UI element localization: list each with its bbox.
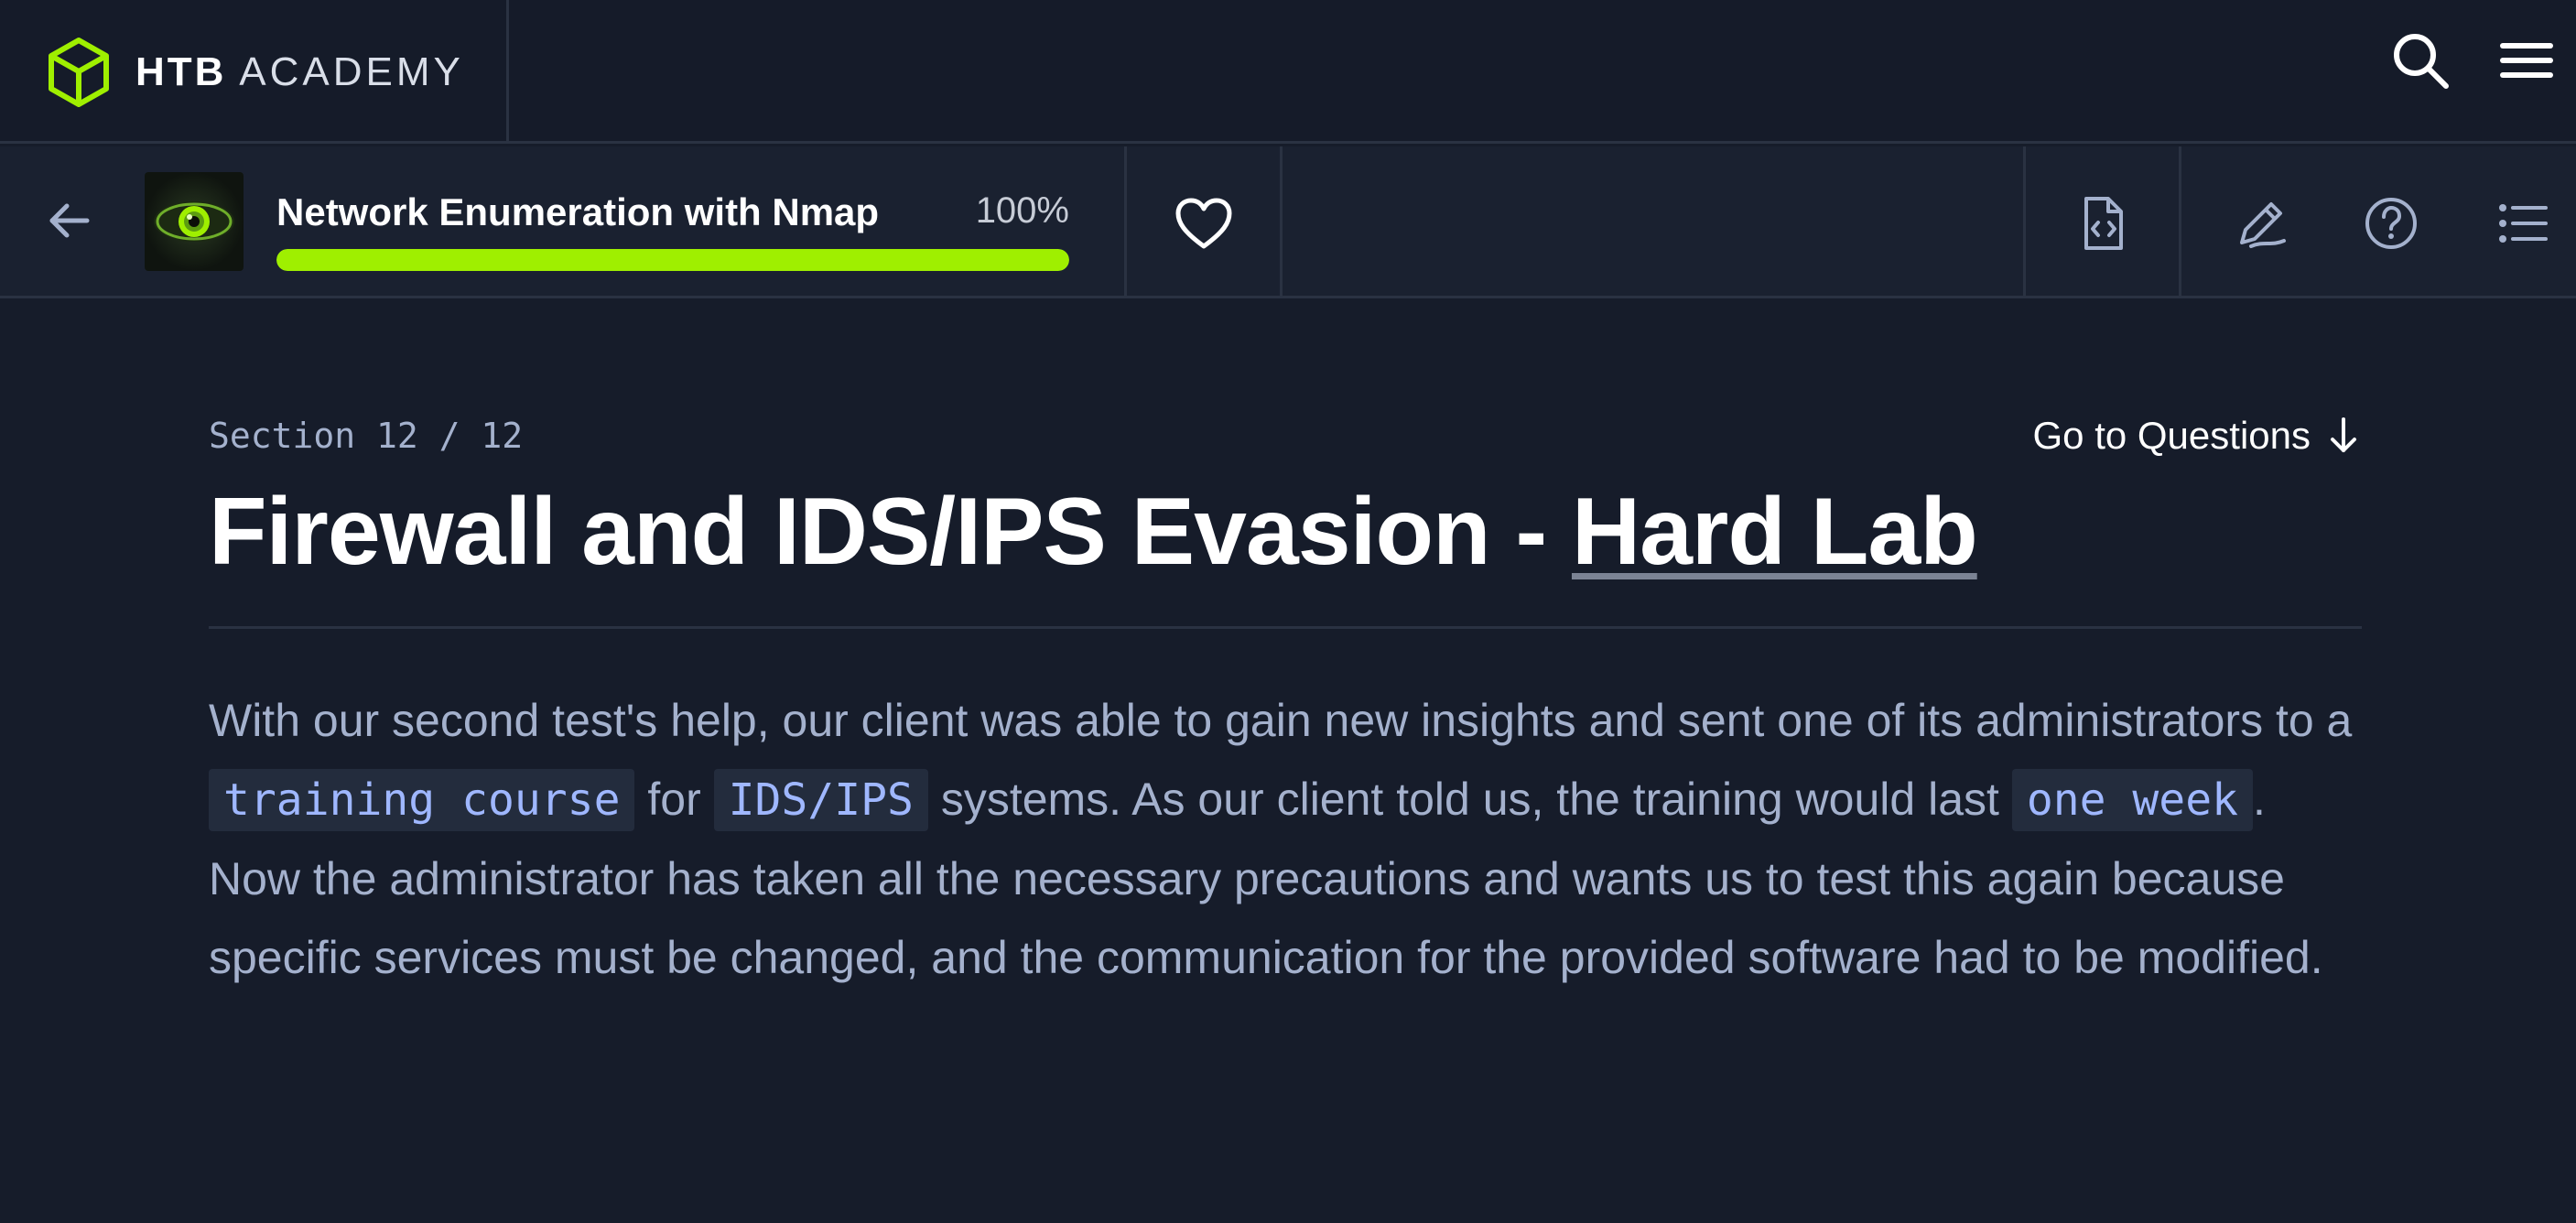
- arrow-left-icon: [49, 203, 90, 238]
- top-navbar: HTB ACADEMY: [0, 0, 2576, 144]
- module-thumbnail: [145, 172, 244, 271]
- divider: [1124, 146, 1127, 298]
- module-header: Network Enumeration with Nmap 100%: [0, 146, 2576, 298]
- page-title-main: Firewall and IDS/IPS Evasion -: [209, 479, 1572, 585]
- hamburger-menu-icon: [2500, 43, 2553, 78]
- list-icon: [2499, 204, 2548, 243]
- paragraph-text: for: [634, 774, 714, 825]
- favorite-button[interactable]: [1135, 187, 1272, 260]
- divider: [1280, 146, 1283, 298]
- module-progress-bar: [276, 249, 1069, 271]
- divider: [2023, 146, 2026, 298]
- paragraph-text: systems. As our client told us, the trai…: [927, 774, 2012, 825]
- heart-icon: [1175, 198, 1232, 249]
- brand-logo[interactable]: HTB ACADEMY: [0, 0, 509, 144]
- module-title: Network Enumeration with Nmap: [276, 190, 880, 233]
- module-progress-fill: [276, 249, 1069, 271]
- search-button[interactable]: [2387, 27, 2453, 93]
- paragraph-text: With our second test's help, our client …: [209, 695, 2353, 746]
- section-counter: Section 12 / 12: [209, 416, 524, 456]
- menu-button[interactable]: [2494, 27, 2560, 93]
- search-icon: [2394, 34, 2449, 89]
- inline-code: training course: [209, 769, 635, 831]
- notes-button[interactable]: [2224, 187, 2298, 260]
- pencil-edit-icon: [2240, 202, 2286, 248]
- cheatsheet-button[interactable]: [2065, 187, 2138, 260]
- inline-code: IDS/IPS: [713, 769, 928, 831]
- section-paragraph: With our second test's help, our client …: [209, 681, 2362, 997]
- back-button[interactable]: [37, 189, 101, 253]
- table-of-contents-button[interactable]: [2486, 187, 2560, 260]
- page-title: Firewall and IDS/IPS Evasion - Hard Lab: [209, 478, 1978, 587]
- go-to-questions-label: Go to Questions: [2032, 414, 2311, 457]
- htb-cube-logo-icon: [49, 37, 109, 107]
- page-title-highlight: Hard Lab: [1571, 479, 1978, 585]
- file-code-icon: [2084, 197, 2123, 250]
- divider: [2179, 146, 2181, 298]
- help-button[interactable]: [2354, 187, 2428, 260]
- arrow-down-icon: [2331, 417, 2356, 452]
- eye-icon: [154, 201, 234, 242]
- inline-code: one week: [2011, 769, 2253, 831]
- brand-name: HTB ACADEMY: [135, 49, 464, 94]
- question-circle-icon: [2365, 198, 2417, 249]
- module-progress-percent: 100%: [975, 190, 1069, 231]
- title-divider: [209, 626, 2362, 629]
- go-to-questions-link[interactable]: Go to Questions: [2033, 414, 2363, 458]
